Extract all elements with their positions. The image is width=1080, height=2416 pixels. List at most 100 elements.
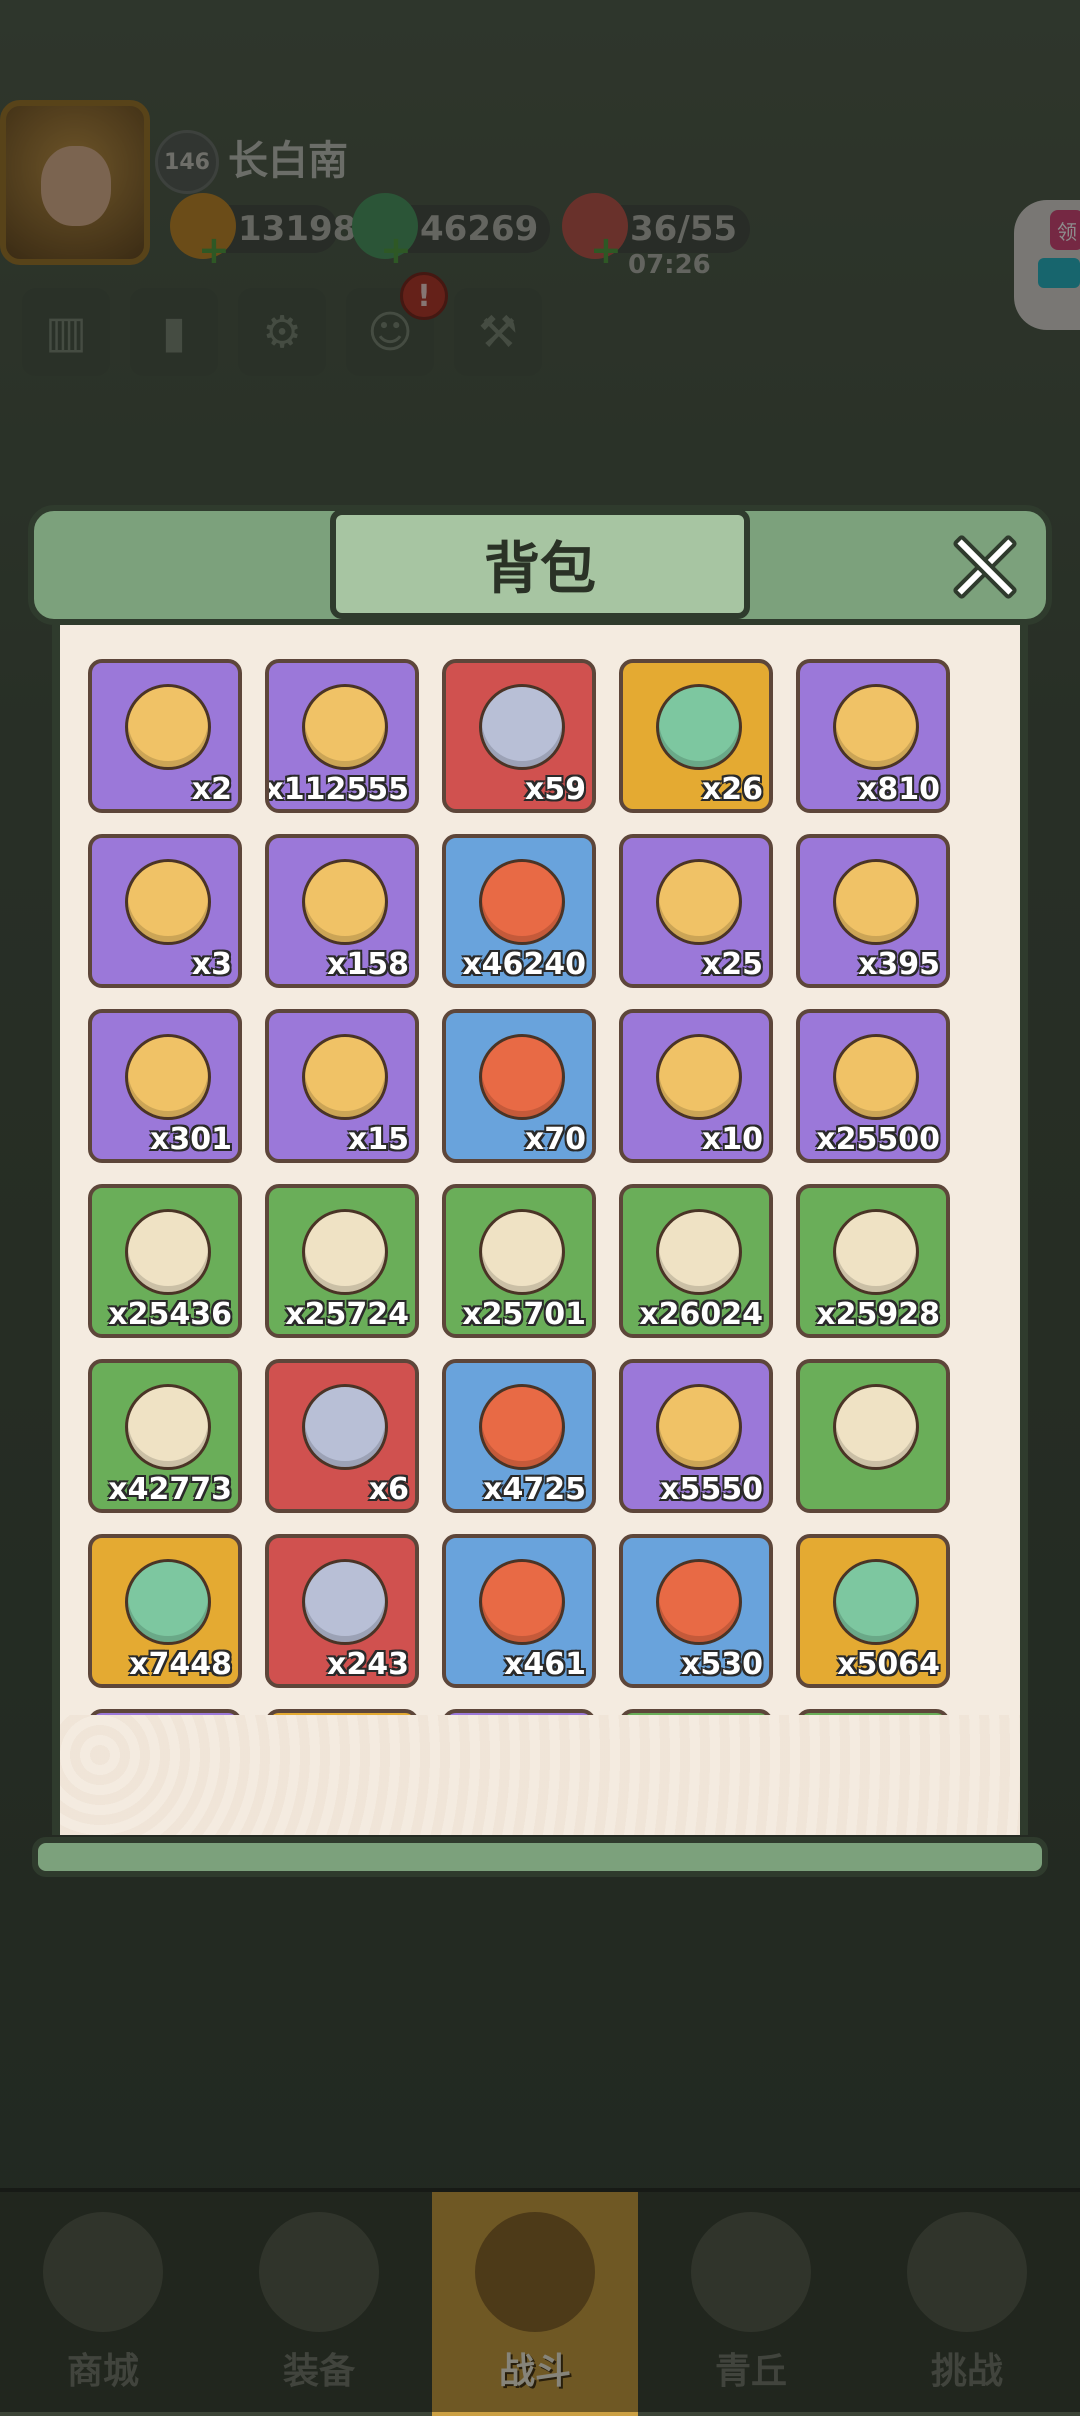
- sword-coin-icon-shape: [833, 1034, 919, 1120]
- blue-talisman-icon-shape: [125, 859, 211, 945]
- inventory-item[interactable]: x70: [442, 1009, 596, 1163]
- item-count: x2: [191, 772, 232, 807]
- item-count: x25928: [816, 1297, 940, 1332]
- item-count: x25: [701, 947, 763, 982]
- inventory-item[interactable]: [619, 1709, 773, 1715]
- item-count: x5550: [660, 1472, 763, 1507]
- blue-talisman-icon: [114, 852, 222, 952]
- paper-wave-pattern: [60, 1715, 1020, 1835]
- inventory-item[interactable]: x7448: [88, 1534, 242, 1688]
- crystal-cluster-icon: [645, 1377, 753, 1477]
- close-icon: [948, 531, 1018, 601]
- inventory-item[interactable]: [442, 1709, 596, 1715]
- inventory-item[interactable]: x4725: [442, 1359, 596, 1513]
- green-scroll-icon: [645, 1202, 753, 1302]
- inventory-item[interactable]: x3: [88, 834, 242, 988]
- inventory-item[interactable]: x25928: [796, 1184, 950, 1338]
- fishing-rod-icon-shape: [125, 1034, 211, 1120]
- modal-title: 背包: [484, 536, 596, 602]
- rune-stone-icon: [468, 677, 576, 777]
- heart-icon: [468, 852, 576, 952]
- inventory-item[interactable]: [265, 1709, 419, 1715]
- green-scroll-icon-shape: [833, 1209, 919, 1295]
- golden-feather-icon-shape: [125, 1559, 211, 1645]
- inventory-item[interactable]: x26024: [619, 1184, 773, 1338]
- fire-orb-box-icon-shape: [302, 1384, 388, 1470]
- inventory-item[interactable]: x25724: [265, 1184, 419, 1338]
- green-scroll-icon: [114, 1377, 222, 1477]
- inventory-item[interactable]: x810: [796, 659, 950, 813]
- inventory-grid[interactable]: x2 x112555 x59 x26 x810 x3 x158 x46240 x25 x395 x3…: [88, 659, 1008, 1715]
- item-count: x10: [701, 1122, 763, 1157]
- inventory-item[interactable]: x42773: [88, 1359, 242, 1513]
- inventory-item[interactable]: [796, 1359, 950, 1513]
- fishing-rod-icon: [114, 1027, 222, 1127]
- compass-tablet-icon-shape: [833, 859, 919, 945]
- inventory-item[interactable]: x25: [619, 834, 773, 988]
- inventory-item[interactable]: x5550: [619, 1359, 773, 1513]
- item-count: x530: [681, 1647, 763, 1682]
- points-token-icon: [822, 1552, 930, 1652]
- inventory-item[interactable]: x26: [619, 659, 773, 813]
- inventory-item[interactable]: x25500: [796, 1009, 950, 1163]
- compass-tablet-icon: [822, 852, 930, 952]
- close-button[interactable]: [938, 521, 1028, 611]
- item-count: x112555: [265, 772, 409, 807]
- green-scroll-icon: [468, 1202, 576, 1302]
- stone-crystal-icon: [468, 1377, 576, 1477]
- inventory-item[interactable]: x158: [265, 834, 419, 988]
- inventory-item[interactable]: x5064: [796, 1534, 950, 1688]
- item-count: x158: [327, 947, 409, 982]
- stone-crystal-icon-shape: [479, 1384, 565, 1470]
- golden-feather-icon: [114, 1552, 222, 1652]
- inventory-item[interactable]: x530: [619, 1534, 773, 1688]
- inventory-item[interactable]: x10: [619, 1009, 773, 1163]
- points-token-icon-shape: [833, 1559, 919, 1645]
- jade-hat-icon: [468, 1027, 576, 1127]
- item-count: x26: [701, 772, 763, 807]
- inventory-item[interactable]: x243: [265, 1534, 419, 1688]
- item-count: x7448: [129, 1647, 232, 1682]
- item-count: x5064: [837, 1647, 940, 1682]
- item-count: x42773: [108, 1472, 232, 1507]
- jade-feathers-icon: [645, 677, 753, 777]
- token-pouch-icon: [291, 852, 399, 952]
- item-count: x395: [858, 947, 940, 982]
- inventory-item[interactable]: x395: [796, 834, 950, 988]
- item-count: x15: [347, 1122, 409, 1157]
- inventory-item[interactable]: x25701: [442, 1184, 596, 1338]
- key-icon: [645, 852, 753, 952]
- green-scroll-icon-shape: [656, 1209, 742, 1295]
- green-scroll-icon-shape: [125, 1209, 211, 1295]
- inventory-item[interactable]: x25436: [88, 1184, 242, 1338]
- green-scroll-icon: [291, 1202, 399, 1302]
- gold-coin-icon-shape: [302, 684, 388, 770]
- item-count: x4725: [483, 1472, 586, 1507]
- prayer-beads-icon: [291, 1552, 399, 1652]
- jade-hat-icon-shape: [479, 1034, 565, 1120]
- inventory-item[interactable]: x461: [442, 1534, 596, 1688]
- green-scroll-icon: [114, 1202, 222, 1302]
- inventory-panel: x2 x112555 x59 x26 x810 x3 x158 x46240 x25 x395 x3…: [52, 615, 1028, 1835]
- item-count: x6: [368, 1472, 409, 1507]
- item-count: x70: [524, 1122, 586, 1157]
- spirit-orb-icon-shape: [833, 1384, 919, 1470]
- crystal-orb-icon-shape: [656, 1034, 742, 1120]
- item-count: x3: [191, 947, 232, 982]
- item-count: x25500: [816, 1122, 940, 1157]
- inventory-item[interactable]: x46240: [442, 834, 596, 988]
- inventory-item[interactable]: [796, 1709, 950, 1715]
- inventory-item[interactable]: x6: [265, 1359, 419, 1513]
- inventory-item[interactable]: x59: [442, 659, 596, 813]
- jade-feathers-icon-shape: [656, 684, 742, 770]
- inventory-item[interactable]: x15: [265, 1009, 419, 1163]
- modal-footer-scroll: [32, 1837, 1048, 1877]
- prayer-beads-icon-shape: [302, 1559, 388, 1645]
- inventory-item[interactable]: [88, 1709, 242, 1715]
- wooden-staff-icon-shape: [302, 1034, 388, 1120]
- inventory-item[interactable]: x112555: [265, 659, 419, 813]
- inventory-item[interactable]: x2: [88, 659, 242, 813]
- backpack-modal: x2 x112555 x59 x26 x810 x3 x158 x46240 x25 x395 x3…: [18, 495, 1062, 1895]
- gold-coin-icon: [291, 677, 399, 777]
- inventory-item[interactable]: x301: [88, 1009, 242, 1163]
